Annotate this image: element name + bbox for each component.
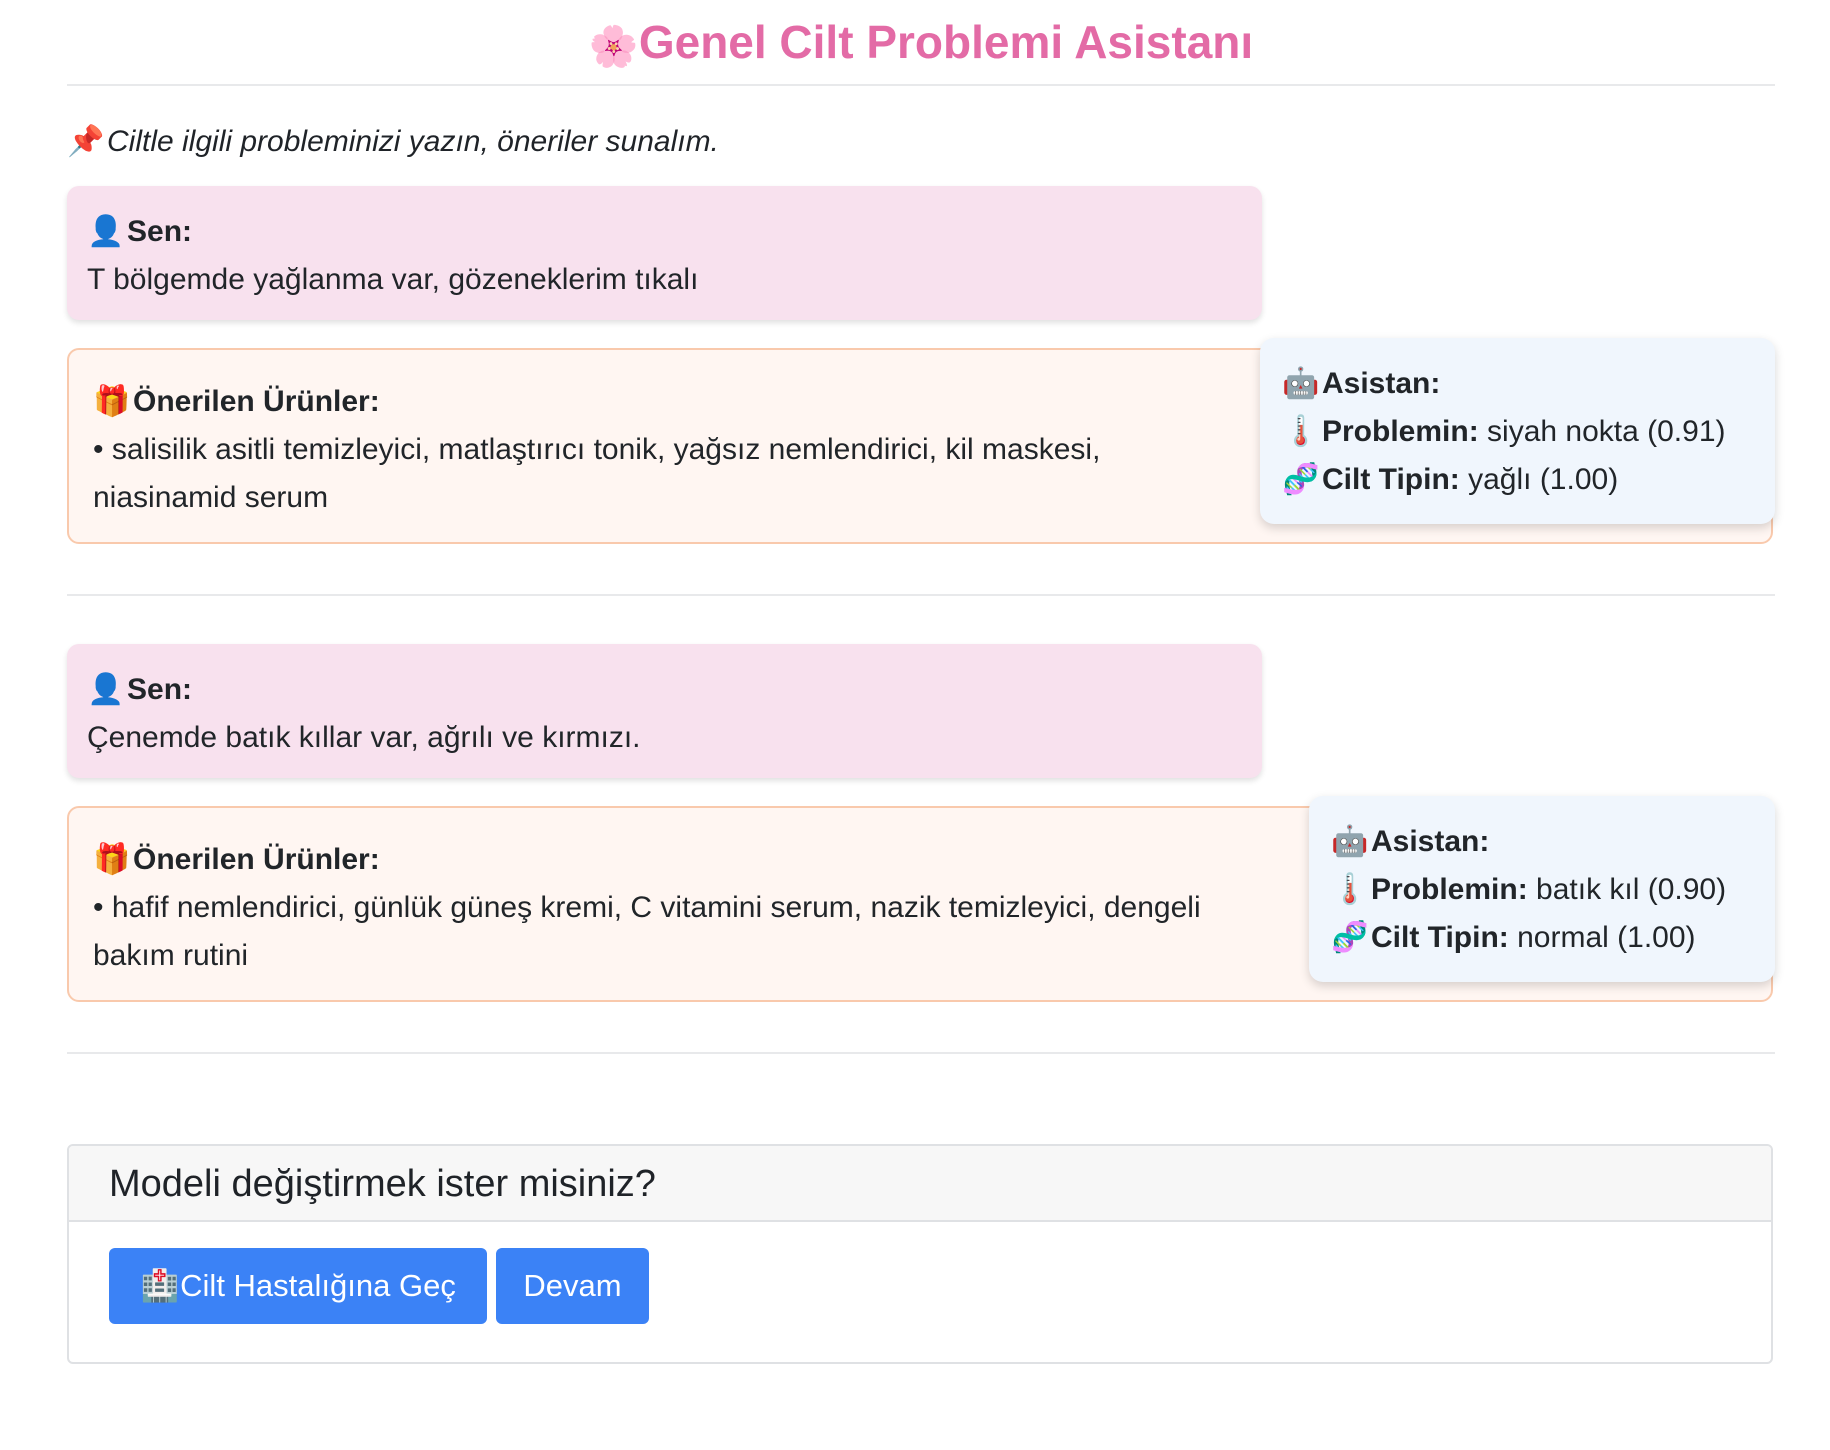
robot-icon: 🤖 <box>1282 367 1320 400</box>
user-message-text: Çenemde batık kıllar var, ağrılı ve kırm… <box>87 721 641 754</box>
model-change-panel: Modeli değiştirmek ister misiniz? 🏥Cilt … <box>67 1144 1773 1364</box>
divider <box>67 594 1775 596</box>
dna-icon: 🧬 <box>1282 463 1320 496</box>
continue-button[interactable]: Devam <box>496 1248 649 1324</box>
products-text: • salisilik asitli temizleyici, matlaştı… <box>93 433 1101 514</box>
user-message-bubble: 👤Sen: Çenemde batık kıllar var, ağrılı v… <box>67 644 1262 778</box>
user-message-bubble: 👤Sen: T bölgemde yağlanma var, gözenekle… <box>67 186 1262 320</box>
main-container: 🌸Genel Cilt Problemi Asistanı 📌Ciltle il… <box>67 0 1775 1364</box>
problem-value: batık kıl (0.90) <box>1536 873 1727 906</box>
products-text: • hafif nemlendirici, günlük güneş kremi… <box>93 891 1201 972</box>
divider <box>67 1052 1775 1054</box>
panel-title: Modeli değiştirmek ister misiniz? <box>69 1146 1771 1222</box>
user-avatar-icon: 👤 <box>87 673 125 706</box>
switch-model-button[interactable]: 🏥Cilt Hastalığına Geç <box>109 1248 487 1324</box>
user-avatar-icon: 👤 <box>87 215 125 248</box>
thermometer-icon: 🌡️ <box>1282 415 1320 448</box>
divider <box>67 84 1775 86</box>
thermometer-icon: 🌡️ <box>1331 873 1369 906</box>
skin-type-value: normal (1.00) <box>1517 921 1696 954</box>
dna-icon: 🧬 <box>1331 921 1369 954</box>
gift-icon: 🎁 <box>93 385 131 418</box>
gift-icon: 🎁 <box>93 843 131 876</box>
assistant-bubble: 🤖Asistan: 🌡️Problemin: siyah nokta (0.91… <box>1260 338 1775 524</box>
problem-value: siyah nokta (0.91) <box>1487 415 1726 448</box>
pushpin-icon: 📌 <box>67 125 105 158</box>
assistant-bubble: 🤖Asistan: 🌡️Problemin: batık kıl (0.90) … <box>1309 796 1775 982</box>
robot-icon: 🤖 <box>1331 825 1369 858</box>
page-title: 🌸Genel Cilt Problemi Asistanı <box>67 0 1775 84</box>
cherry-blossom-icon: 🌸 <box>588 25 639 69</box>
intro-text: 📌Ciltle ilgili probleminizi yazın, öneri… <box>67 125 719 158</box>
skin-type-value: yağlı (1.00) <box>1468 463 1619 496</box>
hospital-icon: 🏥 <box>140 1268 180 1303</box>
user-message-text: T bölgemde yağlanma var, gözeneklerim tı… <box>87 263 699 296</box>
